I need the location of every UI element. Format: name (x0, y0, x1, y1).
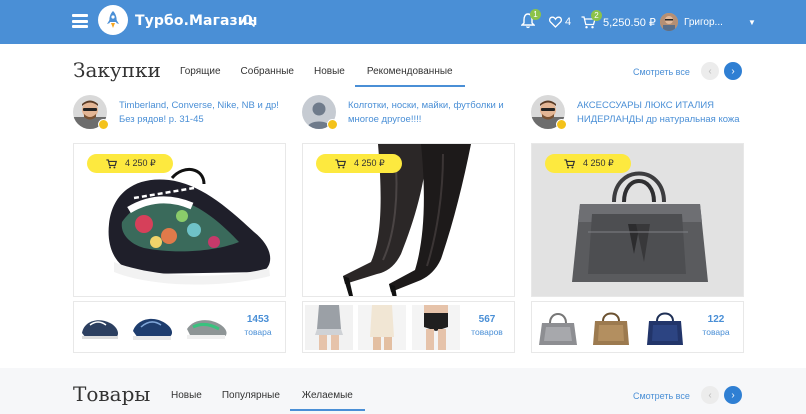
tab-recommended[interactable]: Рекомендованные (354, 65, 465, 87)
thumbnail[interactable] (641, 305, 689, 350)
purchase-title[interactable]: Timberland, Converse, Nike, NB и др! Без… (119, 99, 289, 127)
purchase-thumbnails: 567 товаров (302, 301, 515, 353)
cart-icon (564, 158, 575, 168)
tab-new[interactable]: Новые (304, 65, 355, 87)
thumbnail[interactable] (534, 305, 582, 350)
thumbnail[interactable] (183, 305, 231, 350)
purchase-thumbnails: 1453 товара (73, 301, 286, 353)
purchase-image[interactable]: 4 250 ₽ (531, 143, 744, 297)
tab-collected[interactable]: Собранные (231, 65, 304, 87)
goods-next-arrow-icon[interactable]: › (724, 386, 742, 404)
tab-wishlist[interactable]: Желаемые (289, 389, 365, 411)
purchase-card: Колготки, носки, майки, футболки и много… (302, 95, 515, 353)
cart-icon (106, 158, 117, 168)
purchase-image[interactable]: 4 250 ₽ (302, 143, 515, 297)
tab-new-goods[interactable]: Новые (161, 389, 212, 411)
logo-text[interactable]: Турбо.Магазин (135, 13, 257, 29)
price: 4 250 ₽ (583, 158, 614, 168)
items-count[interactable]: 1453 товара (233, 314, 283, 337)
logo-icon[interactable] (98, 5, 128, 35)
thumbnail[interactable] (129, 305, 177, 350)
purchases-prev-arrow-icon[interactable]: ‹ (701, 62, 719, 80)
price: 4 250 ₽ (354, 158, 385, 168)
chevron-down-icon: ▼ (748, 17, 756, 27)
favorites-count: 4 (565, 16, 572, 28)
purchase-thumbnails: 122 товара (531, 301, 744, 353)
organizer-medal-icon (556, 119, 567, 130)
cart-amount: 5,250.50 ₽ (603, 16, 656, 29)
price-badge: 4 250 ₽ (545, 154, 631, 173)
cart-icon (335, 158, 346, 168)
user-menu[interactable]: Григор... ▼ (660, 11, 756, 33)
purchase-title[interactable]: Колготки, носки, майки, футболки и много… (348, 99, 518, 127)
items-count-number: 567 (478, 314, 496, 325)
thumbnail[interactable] (76, 305, 124, 350)
notifications-badge: 1 (530, 9, 541, 20)
goods-prev-arrow-icon[interactable]: ‹ (701, 386, 719, 404)
cart-link[interactable]: 2 5,250.50 ₽ (581, 10, 656, 31)
notifications-bell-icon[interactable]: 1 (520, 9, 541, 31)
organizer-medal-icon (98, 119, 109, 130)
menu-icon[interactable] (72, 14, 88, 28)
thumbnail[interactable] (358, 305, 406, 350)
purchase-card: Timberland, Converse, Nike, NB и др! Без… (73, 95, 286, 353)
organizer-medal-icon (327, 119, 338, 130)
price-badge: 4 250 ₽ (316, 154, 402, 173)
items-count[interactable]: 122 товара (691, 314, 741, 337)
purchases-title: Закупки (73, 58, 161, 82)
cart-badge: 2 (591, 10, 602, 21)
purchase-title[interactable]: АКСЕССУАРЫ ЛЮКС ИТАЛИЯ НИДЕРЛАНДЫ др нат… (577, 99, 747, 127)
items-count-label: товаров (471, 327, 503, 337)
purchases-next-arrow-icon[interactable]: › (724, 62, 742, 80)
goods-title: Товары (73, 382, 151, 406)
price-badge: 4 250 ₽ (87, 154, 173, 173)
purchase-image[interactable]: 4 250 ₽ (73, 143, 286, 297)
items-count-label: товара (702, 327, 730, 337)
user-avatar (660, 13, 678, 31)
price: 4 250 ₽ (125, 158, 156, 168)
items-count[interactable]: 567 товаров (462, 314, 512, 337)
tab-popular[interactable]: Популярные (212, 389, 290, 411)
goods-see-all-link[interactable]: Смотреть все (633, 391, 690, 401)
goods-tabs: Новые Популярные Желаемые (161, 389, 365, 411)
thumbnail[interactable] (412, 305, 460, 350)
purchases-tabs: Горящие Собранные Новые Рекомендованные (170, 65, 465, 87)
items-count-label: товара (244, 327, 272, 337)
heart-icon (549, 16, 562, 28)
purchase-card: АКСЕССУАРЫ ЛЮКС ИТАЛИЯ НИДЕРЛАНДЫ др нат… (531, 95, 744, 353)
user-name: Григор... (684, 16, 723, 28)
purchases-see-all-link[interactable]: Смотреть все (633, 67, 690, 77)
items-count-number: 122 (707, 314, 725, 325)
search-icon[interactable] (242, 14, 258, 30)
favorites-link[interactable]: 4 (549, 14, 571, 30)
tab-hot[interactable]: Горящие (170, 65, 231, 87)
top-header: Турбо.Магазин 1 4 2 5,250.50 ₽ Григор...… (0, 0, 806, 44)
thumbnail[interactable] (305, 305, 353, 350)
thumbnail[interactable] (587, 305, 635, 350)
items-count-number: 1453 (246, 314, 270, 325)
